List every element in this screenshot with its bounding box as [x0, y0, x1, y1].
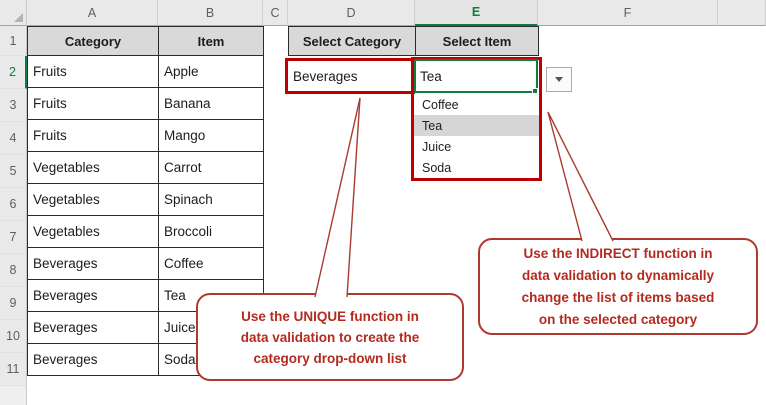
row-header-7[interactable]: 7: [0, 221, 27, 254]
header-cell-item[interactable]: Item: [158, 26, 264, 56]
callout-line: change the list of items based: [521, 289, 715, 305]
row-header-9[interactable]: 9: [0, 287, 27, 320]
cell-a2[interactable]: Fruits: [27, 55, 159, 88]
cell-b6[interactable]: Spinach: [158, 183, 264, 216]
table-row: Beverages Coffee: [27, 247, 264, 280]
row-header-6[interactable]: 6: [0, 188, 27, 221]
cell-b4[interactable]: Mango: [158, 119, 264, 152]
row-header-11[interactable]: 11: [0, 353, 27, 386]
item-dropdown-list: Coffee Tea Juice Soda: [414, 94, 539, 178]
select-all-triangle-icon: [14, 13, 23, 22]
column-header-c[interactable]: C: [263, 0, 288, 26]
callout-line: on the selected category: [538, 311, 698, 327]
excel-worksheet: A B C D E F 1 2 3 4 5 6 7 8 9 10 11 Cate…: [0, 0, 766, 405]
select-item-header[interactable]: Select Item: [415, 26, 539, 56]
column-header-g-partial[interactable]: [718, 0, 766, 26]
cell-b2[interactable]: Apple: [158, 55, 264, 88]
header-cell-category[interactable]: Category: [27, 26, 159, 56]
cell-a10[interactable]: Beverages: [27, 311, 159, 344]
dropdown-item-soda[interactable]: Soda: [414, 157, 539, 178]
column-header-a[interactable]: A: [27, 0, 158, 26]
cell-a6[interactable]: Vegetables: [27, 183, 159, 216]
selected-item-cell[interactable]: Tea: [414, 59, 538, 93]
cell-b7[interactable]: Broccoli: [158, 215, 264, 248]
table-header-row: Category Item: [27, 26, 264, 56]
table-row: Vegetables Spinach: [27, 183, 264, 216]
dropdown-item-juice[interactable]: Juice: [414, 136, 539, 157]
cell-a5[interactable]: Vegetables: [27, 151, 159, 184]
column-header-b[interactable]: B: [158, 0, 263, 26]
cell-a8[interactable]: Beverages: [27, 247, 159, 280]
cell-b3[interactable]: Banana: [158, 87, 264, 120]
dropdown-item-tea[interactable]: Tea: [414, 115, 539, 136]
row-header-3[interactable]: 3: [0, 89, 27, 122]
callout-line: Use the UNIQUE function in: [241, 308, 419, 324]
row-header-8[interactable]: 8: [0, 254, 27, 287]
unique-function-callout: Use the UNIQUE function in data validati…: [196, 293, 464, 381]
row-header-4[interactable]: 4: [0, 122, 27, 155]
row-header-5[interactable]: 5: [0, 155, 27, 188]
table-row: Vegetables Carrot: [27, 151, 264, 184]
indirect-callout-pointer: [548, 112, 613, 241]
column-header-d[interactable]: D: [288, 0, 415, 26]
selected-category-cell[interactable]: Beverages: [285, 58, 415, 94]
cell-a7[interactable]: Vegetables: [27, 215, 159, 248]
cell-a4[interactable]: Fruits: [27, 119, 159, 152]
cell-a9[interactable]: Beverages: [27, 279, 159, 312]
dropdown-arrow-icon: [555, 77, 563, 82]
row-header-2[interactable]: 2: [0, 56, 27, 89]
select-category-header[interactable]: Select Category: [288, 26, 416, 56]
callout-line: category drop-down list: [253, 350, 407, 366]
cell-a3[interactable]: Fruits: [27, 87, 159, 120]
callout-line: data validation to dynamically: [521, 267, 715, 283]
cell-a11[interactable]: Beverages: [27, 343, 159, 376]
table-row: Fruits Banana: [27, 87, 264, 120]
dropdown-button[interactable]: [546, 67, 572, 92]
column-header-e[interactable]: E: [415, 0, 538, 26]
callout-line: data validation to create the: [240, 329, 420, 345]
indirect-function-callout: Use the INDIRECT function in data valida…: [478, 238, 758, 335]
unique-callout-pointer: [315, 98, 360, 297]
selected-item-value: Tea: [420, 68, 442, 84]
dropdown-item-coffee[interactable]: Coffee: [414, 94, 539, 115]
table-row: Fruits Mango: [27, 119, 264, 152]
selected-category-value: Beverages: [293, 68, 358, 84]
cell-b5[interactable]: Carrot: [158, 151, 264, 184]
callout-line: Use the INDIRECT function in: [523, 245, 713, 261]
table-row: Vegetables Broccoli: [27, 215, 264, 248]
column-header-f[interactable]: F: [538, 0, 718, 26]
cell-b8[interactable]: Coffee: [158, 247, 264, 280]
row-header-1[interactable]: 1: [0, 26, 27, 56]
table-row: Fruits Apple: [27, 55, 264, 88]
row-header-10[interactable]: 10: [0, 320, 27, 353]
select-all-corner[interactable]: [0, 0, 27, 26]
